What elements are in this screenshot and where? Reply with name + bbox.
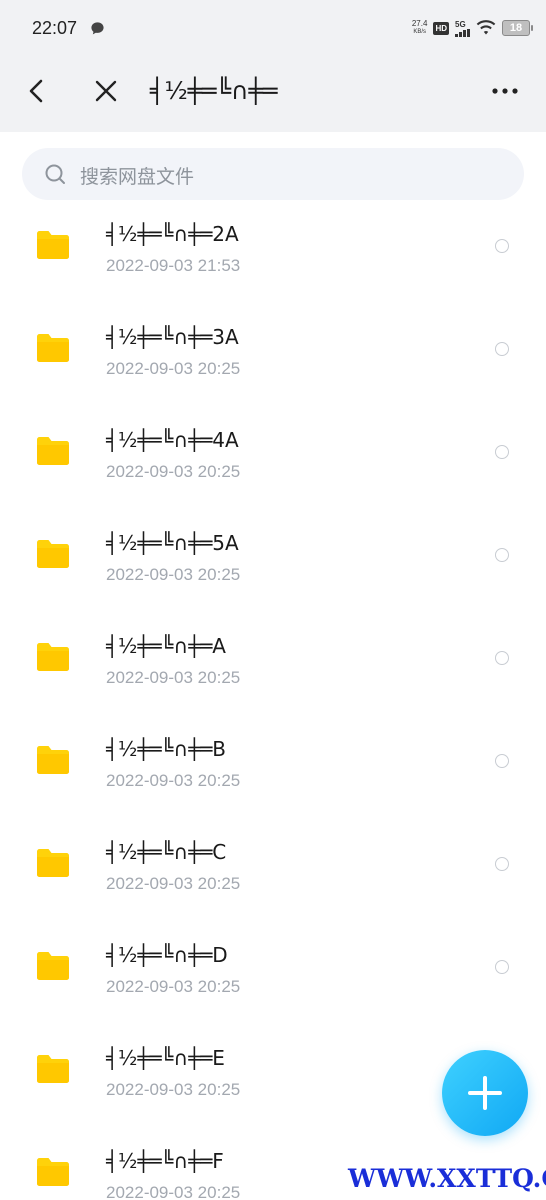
folder-icon (37, 540, 69, 568)
file-date: 2022-09-03 20:25 (106, 668, 241, 687)
select-radio[interactable] (495, 754, 509, 768)
battery-level: 18 (509, 22, 523, 34)
select-radio[interactable] (495, 857, 509, 871)
cellular-signal: 5G (455, 20, 470, 37)
file-date: 2022-09-03 20:25 (106, 874, 241, 893)
search-icon (45, 164, 65, 184)
file-name: ╡½╪═╚∩╪═A (106, 634, 226, 658)
folder-icon (37, 849, 69, 877)
back-button[interactable] (22, 76, 50, 106)
add-button[interactable] (442, 1050, 528, 1136)
close-icon (95, 80, 117, 102)
search-input[interactable]: 搜索网盘文件 (22, 148, 524, 200)
network-speed: 27.4 KB/s (412, 20, 428, 36)
folder-icon (37, 746, 69, 774)
folder-icon (37, 1055, 69, 1083)
file-name: ╡½╪═╚∩╪═D (106, 943, 228, 967)
folder-icon (37, 952, 69, 980)
file-name: ╡½╪═╚∩╪═C (106, 840, 227, 864)
list-item[interactable]: ╡½╪═╚∩╪═D 2022-09-03 20:25 (0, 917, 546, 1020)
folder-icon (37, 231, 69, 259)
file-list: ╡½╪═╚∩╪═2A 2022-09-03 21:53 ╡½╪═╚∩╪═3A 2… (0, 196, 546, 1200)
folder-icon (37, 643, 69, 671)
title-bar: ╡½╪═╚∩╪═ (0, 50, 546, 132)
status-time: 22:07 (32, 18, 78, 38)
screen: 22:07 27.4 KB/s HD 5G 18 ╡½╪═╚∩╪═ 搜索网盘文件… (0, 0, 546, 1200)
select-radio[interactable] (495, 960, 509, 974)
file-date: 2022-09-03 20:25 (106, 771, 241, 790)
list-item[interactable]: ╡½╪═╚∩╪═C 2022-09-03 20:25 (0, 814, 546, 917)
file-name: ╡½╪═╚∩╪═2A (106, 222, 239, 246)
close-button[interactable] (92, 76, 120, 106)
file-date: 2022-09-03 21:53 (106, 256, 241, 275)
select-radio[interactable] (495, 548, 509, 562)
search-placeholder: 搜索网盘文件 (80, 166, 195, 188)
file-name: ╡½╪═╚∩╪═F (106, 1149, 224, 1173)
network-type-label: 5G (455, 19, 466, 29)
file-name: ╡½╪═╚∩╪═3A (106, 325, 239, 349)
network-speed-value: 27.4 (411, 19, 428, 28)
select-radio[interactable] (495, 239, 509, 253)
list-item[interactable]: ╡½╪═╚∩╪═2A 2022-09-03 21:53 (0, 196, 546, 299)
file-date: 2022-09-03 20:25 (106, 462, 241, 481)
list-item[interactable]: ╡½╪═╚∩╪═3A 2022-09-03 20:25 (0, 299, 546, 402)
list-item[interactable]: ╡½╪═╚∩╪═A 2022-09-03 20:25 (0, 608, 546, 711)
file-date: 2022-09-03 20:25 (106, 977, 241, 996)
folder-icon (37, 334, 69, 362)
battery-icon: 18 (502, 20, 533, 36)
chevron-left-icon (29, 79, 43, 103)
more-horizontal-icon (492, 88, 518, 94)
file-date: 2022-09-03 20:25 (106, 565, 241, 584)
file-name: ╡½╪═╚∩╪═4A (106, 428, 239, 452)
network-speed-unit: KB/s (413, 29, 426, 35)
folder-icon (37, 1158, 69, 1186)
list-item[interactable]: ╡½╪═╚∩╪═5A 2022-09-03 20:25 (0, 505, 546, 608)
wifi-icon (476, 20, 496, 35)
file-date: 2022-09-03 20:25 (106, 359, 241, 378)
select-radio[interactable] (495, 651, 509, 665)
file-name: ╡½╪═╚∩╪═B (106, 737, 226, 761)
file-name: ╡½╪═╚∩╪═5A (106, 531, 239, 555)
signal-bars-icon (455, 28, 470, 37)
list-item[interactable]: ╡½╪═╚∩╪═4A 2022-09-03 20:25 (0, 402, 546, 505)
status-bar: 22:07 27.4 KB/s HD 5G 18 (0, 0, 546, 50)
more-options-button[interactable] (490, 80, 520, 102)
message-bubble-icon (91, 22, 104, 35)
page-title: ╡½╪═╚∩╪═ (150, 77, 278, 105)
select-radio[interactable] (495, 445, 509, 459)
select-radio[interactable] (495, 342, 509, 356)
plus-icon (468, 1076, 502, 1110)
hd-badge: HD (433, 21, 449, 35)
list-item[interactable]: ╡½╪═╚∩╪═B 2022-09-03 20:25 (0, 711, 546, 814)
status-icons: 27.4 KB/s HD 5G 18 (412, 16, 533, 40)
file-date: 2022-09-03 20:25 (106, 1080, 241, 1099)
folder-icon (37, 437, 69, 465)
watermark: WWW.XXTTQ.COM (348, 1164, 546, 1193)
file-name: ╡½╪═╚∩╪═E (106, 1046, 225, 1070)
file-date: 2022-09-03 20:25 (106, 1183, 241, 1200)
